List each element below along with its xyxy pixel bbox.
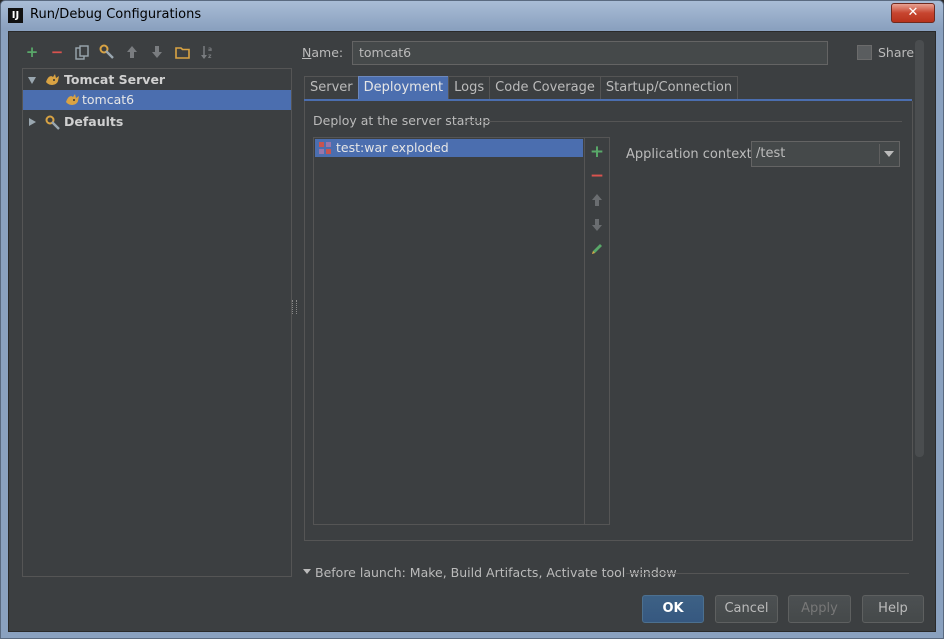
section-divider [465,121,902,122]
tab-server[interactable]: Server [304,76,359,99]
name-input[interactable]: tomcat6 [352,41,828,65]
window-title: Run/Debug Configurations [30,7,202,22]
add-icon[interactable]: + [24,43,40,61]
name-label: Name: [302,45,344,60]
combo-divider [879,144,880,164]
title-bar: IJ Run/Debug Configurations ✕ [1,1,943,31]
ok-button[interactable]: OK [642,595,704,623]
remove-artifact-icon[interactable]: − [589,166,605,186]
application-context-label: Application context: [626,147,757,162]
cancel-button[interactable]: Cancel [715,595,778,623]
folder-icon[interactable] [174,44,190,60]
vertical-scrollbar[interactable] [915,40,924,457]
tree-item-label: Defaults [64,114,124,129]
config-toolbar: + − az [24,42,215,62]
apply-button[interactable]: Apply [788,595,851,623]
svg-text:a: a [208,46,212,53]
chevron-down-icon[interactable] [884,151,894,157]
deployment-panel: Deploy at the server startup test:war ex… [304,101,913,541]
sort-icon[interactable]: az [199,44,215,60]
artifact-list[interactable]: test:war exploded [313,137,585,525]
close-window-button[interactable]: ✕ [891,3,935,23]
configuration-tree: Tomcat Server tomcat6 Defaults [22,68,292,577]
move-down-icon[interactable] [589,218,605,234]
edit-defaults-icon[interactable] [99,44,115,60]
tomcat-icon [45,73,61,87]
share-checkbox[interactable] [857,45,872,60]
splitter-handle[interactable] [292,300,297,314]
application-context-value: /test [756,146,786,161]
dialog-window: IJ Run/Debug Configurations ✕ + − a z To… [0,0,944,639]
list-item[interactable]: test:war exploded [315,139,583,157]
artifact-list-toolbar: + − [584,137,610,525]
tab-logs[interactable]: Logs [448,76,491,99]
application-context-combobox[interactable]: /test [751,141,900,167]
move-up-icon[interactable] [124,44,140,60]
tree-item-tomcat6[interactable]: tomcat6 [23,90,291,110]
tab-code-coverage[interactable]: Code Coverage [489,76,601,99]
svg-text:z: z [208,53,212,60]
move-down-icon[interactable] [149,44,165,60]
add-artifact-icon[interactable]: + [589,142,605,162]
tab-bar: Server Deployment Logs Code Coverage Sta… [304,76,739,100]
edit-pencil-icon[interactable] [589,242,605,258]
move-up-icon[interactable] [589,193,605,209]
tomcat-icon [65,93,81,107]
remove-icon[interactable]: − [49,43,65,61]
help-button[interactable]: Help [862,595,924,623]
tree-item-defaults[interactable]: Defaults [23,112,291,132]
artifact-label: test:war exploded [336,140,449,155]
tab-deployment[interactable]: Deployment [357,76,450,99]
section-divider [626,573,909,574]
tree-item-label: Tomcat Server [64,72,166,87]
wrench-icon [45,115,61,130]
expand-arrow-icon[interactable] [303,569,311,574]
deploy-section-label: Deploy at the server startup [313,113,491,128]
before-launch-label: Before launch: Make, Build Artifacts, Ac… [315,565,677,580]
intellij-app-icon: IJ [8,8,23,23]
artifact-icon [318,141,332,160]
expand-arrow-icon[interactable] [28,77,36,84]
tree-item-tomcat-server[interactable]: Tomcat Server [23,70,291,90]
tab-startup-connection[interactable]: Startup/Connection [599,76,739,99]
dialog-content: + − az Tomcat Server tomcat6 Defaults Na… [8,31,936,632]
tree-item-label: tomcat6 [82,92,135,107]
collapse-arrow-icon[interactable] [29,118,36,126]
copy-icon[interactable] [74,44,90,60]
share-label: Share [878,45,915,60]
